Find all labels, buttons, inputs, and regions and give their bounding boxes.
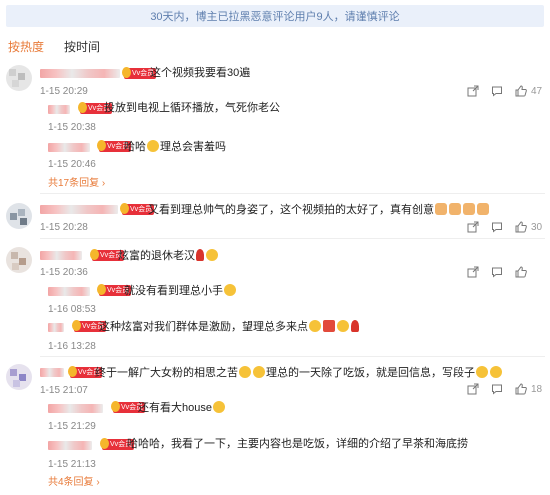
comment-time: 1-15 20:36	[40, 267, 88, 278]
thumbs-up-emoji-icon	[449, 203, 461, 215]
laugh-emoji-icon	[309, 320, 321, 332]
like-count: 47	[531, 85, 543, 97]
divider	[40, 356, 545, 357]
like-count: 18	[531, 383, 543, 395]
like-count: 30	[531, 221, 543, 233]
reply-time: 1-15 20:38	[48, 122, 96, 133]
more-replies-label: 共4条回复	[48, 477, 94, 488]
laugh-emoji-icon	[490, 366, 502, 378]
avatar[interactable]	[6, 247, 32, 273]
reply-text: 哈哈哈，我看了一下，主要内容也是吃饭，详细的介绍了早茶和海底捞	[127, 438, 468, 450]
more-replies-link[interactable]: 共4条回复 ›	[48, 477, 100, 488]
more-replies-label: 共17条回复	[48, 178, 100, 189]
reply-username[interactable]	[48, 323, 64, 332]
clap-emoji-icon	[337, 320, 349, 332]
comment-text-part: 炫富的退休老汉	[118, 250, 195, 262]
comment-actions: 47	[467, 85, 542, 97]
laugh-emoji-icon	[253, 366, 265, 378]
share-icon[interactable]	[467, 266, 479, 278]
tab-sort-hot[interactable]: 按热度	[8, 38, 44, 54]
laugh-emoji-icon	[476, 366, 488, 378]
reply-time: 1-16 13:28	[48, 341, 96, 352]
comment-text: 又看到理总帅气的身姿了，这个视频拍的太好了，真有创意	[148, 203, 490, 217]
laugh-emoji-icon	[212, 401, 225, 413]
reply-text: 投放到电视上循环播放，气死你老公	[104, 102, 280, 114]
comment-time: 1-15 20:29	[40, 86, 88, 97]
divider	[40, 238, 545, 239]
laugh-emoji-icon	[147, 140, 159, 152]
comment-icon[interactable]	[491, 85, 503, 97]
laugh-emoji-icon	[239, 366, 251, 378]
comment-icon[interactable]	[491, 221, 503, 233]
reply-text-part: 这种炫富对我们群体是激励，望理总多来点	[99, 321, 308, 333]
reply-username[interactable]	[48, 287, 90, 296]
like-icon[interactable]	[515, 85, 527, 97]
comment-text-part: 又看到理总帅气的身姿了，这个视频拍的太好了，真有创意	[148, 204, 434, 216]
comment-time: 1-15 20:28	[40, 222, 88, 233]
reply-time: 1-15 20:46	[48, 159, 96, 170]
comment-time: 1-15 21:07	[40, 385, 88, 396]
sort-tabs: 按热度 按时间	[8, 38, 100, 54]
comment-text: 终于一解广大女粉的相思之苦 理总的一天除了吃饭，就是回信息，写段子	[95, 366, 503, 380]
thumbs-up-emoji-icon	[435, 203, 447, 215]
reply-username[interactable]	[48, 143, 90, 152]
username[interactable]	[40, 205, 118, 214]
reply-text: 还有看大house	[138, 401, 226, 415]
like-icon[interactable]	[515, 383, 527, 395]
reply-text-part: 就没有看到理总小手	[124, 285, 223, 297]
comment-icon[interactable]	[491, 266, 503, 278]
blacklist-notice: 30天内，博主已拉黑恶意评论用户9人，请谨慎评论	[6, 5, 544, 27]
like-icon[interactable]	[515, 266, 527, 278]
rose-emoji-icon	[351, 320, 359, 332]
avatar[interactable]	[6, 364, 32, 390]
divider	[40, 193, 545, 194]
thumbs-up-emoji-icon	[477, 203, 489, 215]
comment-text-part: 理总的一天除了吃饭，就是回信息，写段子	[266, 367, 475, 379]
reply-text-part: 还有看大house	[138, 402, 212, 414]
share-icon[interactable]	[467, 383, 479, 395]
thumbs-up-emoji-icon	[463, 203, 475, 215]
reply-text: 这种炫富对我们群体是激励，望理总多来点	[99, 320, 360, 334]
username[interactable]	[40, 368, 64, 377]
comment-actions: 18	[467, 383, 542, 395]
reply-username[interactable]	[48, 105, 70, 114]
comment-text: 这个视频我要看30遍	[150, 67, 251, 79]
username[interactable]	[40, 69, 120, 78]
comment-actions: 30	[467, 221, 542, 233]
laugh-emoji-icon	[224, 284, 236, 296]
red-envelope-emoji-icon	[323, 320, 335, 332]
reply-text-part: 哈哈	[124, 141, 146, 153]
reply-text: 哈哈 理总会害羞吗	[124, 140, 226, 154]
reply-text: 就没有看到理总小手	[124, 284, 237, 298]
reply-time: 1-15 21:29	[48, 421, 96, 432]
comment-icon[interactable]	[491, 383, 503, 395]
username[interactable]	[40, 251, 82, 260]
reply-time: 1-16 08:53	[48, 304, 96, 315]
laugh-emoji-icon	[206, 249, 218, 261]
reply-username[interactable]	[48, 404, 103, 413]
reply-text-part: 理总会害羞吗	[160, 141, 226, 153]
share-icon[interactable]	[467, 85, 479, 97]
avatar[interactable]	[6, 65, 32, 91]
more-replies-link[interactable]: 共17条回复 ›	[48, 178, 105, 189]
comment-actions	[467, 266, 531, 278]
tab-sort-time[interactable]: 按时间	[64, 38, 100, 54]
comment-text: 炫富的退休老汉	[118, 249, 219, 263]
like-icon[interactable]	[515, 221, 527, 233]
avatar[interactable]	[6, 203, 32, 229]
reply-time: 1-15 21:13	[48, 459, 96, 470]
share-icon[interactable]	[467, 221, 479, 233]
rose-emoji-icon	[196, 249, 204, 261]
reply-username[interactable]	[48, 441, 92, 450]
comment-text-part: 终于一解广大女粉的相思之苦	[95, 367, 238, 379]
